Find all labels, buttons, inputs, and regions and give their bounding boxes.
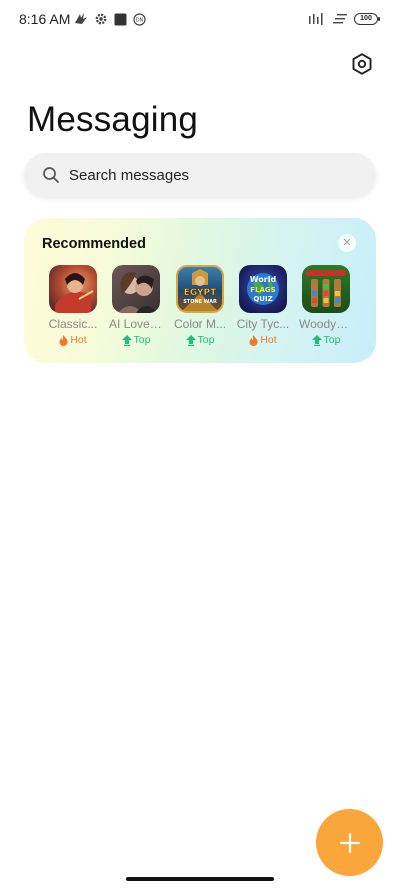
app-name: City Tyc... (236, 317, 290, 331)
arrow-up-icon (185, 334, 196, 346)
app-name: WoodyS... (299, 317, 353, 331)
recommended-app-item[interactable]: WoodyS... Top (294, 265, 358, 346)
recommended-app-item[interactable]: AI Lover ... Top (104, 265, 168, 346)
menu-lines-icon (333, 14, 347, 24)
hot-badge: Hot (231, 334, 295, 346)
search-placeholder: Search messages (69, 167, 190, 184)
egypt-stone-war-icon: EGYPT STONE WAR (176, 265, 224, 313)
app-name: Classic... (48, 317, 98, 331)
recommended-card: Recommended ✕ Classic... Hot AI Lover ..… (24, 218, 376, 363)
icon-label-world: World (250, 275, 277, 284)
arrow-up-icon (311, 334, 322, 346)
icon-label-quiz: QUIZ (253, 295, 272, 303)
recommended-app-item[interactable]: World FLAGS QUIZ City Tyc... Hot (231, 265, 295, 346)
hot-badge: Hot (41, 334, 105, 346)
signal-icon (309, 13, 323, 25)
flame-icon (249, 334, 258, 346)
arrow-up-icon (121, 334, 132, 346)
status-notification-icons: DN (74, 12, 146, 26)
search-input[interactable]: Search messages (24, 153, 376, 197)
classic-game-icon (49, 265, 97, 313)
settings-icon (352, 53, 372, 75)
recommended-title: Recommended (42, 236, 146, 252)
new-message-button[interactable] (316, 809, 383, 876)
top-badge: Top (168, 334, 232, 346)
top-badge: Top (104, 334, 168, 346)
icon-label-flags: FLAGS (250, 286, 275, 294)
plus-icon (339, 832, 360, 853)
close-button[interactable]: ✕ (338, 234, 356, 252)
status-time: 8:16 AM (19, 11, 71, 27)
page-title: Messaging (27, 100, 199, 139)
app-name: Color M... (173, 317, 226, 331)
woody-sort-icon (302, 265, 350, 313)
icon-label-stone-war: STONE WAR (183, 299, 217, 305)
home-indicator[interactable] (126, 877, 274, 881)
recommended-app-item[interactable]: Classic... Hot (41, 265, 105, 346)
close-icon: ✕ (342, 236, 352, 249)
world-flags-quiz-icon: World FLAGS QUIZ (239, 265, 287, 313)
ai-lover-icon (112, 265, 160, 313)
flame-icon (59, 334, 68, 346)
app-name: AI Lover ... (109, 317, 163, 331)
bird-notification-icon (75, 13, 87, 24)
status-bar: 8:16 AM DN 100 (0, 0, 400, 40)
status-right-icons: 100 (308, 12, 380, 26)
sim-badge-icon: DN (133, 12, 146, 26)
search-icon (43, 167, 59, 183)
gear-notification-icon (95, 13, 107, 25)
battery-icon: 100 (354, 13, 380, 25)
recommended-app-item[interactable]: EGYPT STONE WAR Color M... Top (168, 265, 232, 346)
top-badge: Top (294, 334, 358, 346)
settings-button[interactable] (349, 51, 375, 77)
square-notification-icon (114, 13, 127, 25)
svg-text:DN: DN (136, 17, 144, 23)
icon-label-egypt: EGYPT (184, 288, 217, 298)
